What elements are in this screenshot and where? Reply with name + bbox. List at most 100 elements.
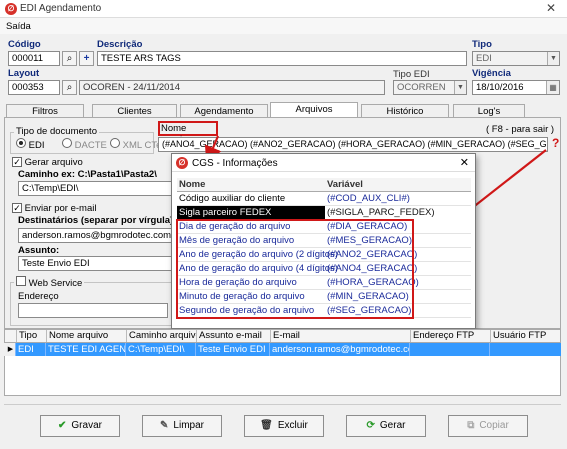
f8-hint: ( F8 - para sair ) xyxy=(486,124,555,135)
radio-edi-label: EDI xyxy=(28,140,45,151)
gerar-label: Gerar xyxy=(379,420,406,431)
grid-col-nome[interactable]: Nome arquivo xyxy=(47,330,127,342)
grid-cell-assunto: Teste Envio EDI xyxy=(196,343,270,356)
refresh-icon: ⟳ xyxy=(366,420,375,431)
window-title: EDI Agendamento xyxy=(20,3,102,14)
table-row-selected[interactable]: Sigla parceiro FEDEX (#SIGLA_PARC_FEDEX) xyxy=(177,206,471,220)
tab-logs[interactable]: Log's xyxy=(453,104,525,118)
assunto-field[interactable]: Teste Envio EDI xyxy=(18,256,174,271)
tipo-select[interactable]: EDI ▼ xyxy=(472,51,560,66)
endereco-label: Endereço xyxy=(18,291,59,302)
chevron-down-icon: ▼ xyxy=(454,81,466,94)
radio-xmlcte[interactable]: XML CTe xyxy=(110,138,161,151)
caminho-field[interactable]: C:\Temp\EDI\ xyxy=(18,181,174,196)
gerar-arquivo-label: Gerar arquivo xyxy=(24,157,83,168)
radio-checked-icon xyxy=(16,138,26,148)
excluir-button[interactable]: 🗑 Excluir xyxy=(244,415,324,437)
radio-icon xyxy=(62,138,72,148)
copiar-button[interactable]: ⧉ Copiar xyxy=(448,415,528,437)
destinatarios-field[interactable]: anderson.ramos@bgmrodotec.com.br xyxy=(18,228,174,243)
tipo-documento-label: Tipo de documento xyxy=(14,126,99,137)
binoculars-icon[interactable]: ⌕ xyxy=(62,51,77,66)
tab-arquivos[interactable]: Arquivos xyxy=(270,102,358,118)
help-icon[interactable]: ? xyxy=(552,136,559,150)
layout-desc-field: OCOREN - 24/11/2014 xyxy=(79,80,385,95)
nome-arquivo-field[interactable]: (#ANO4_GERACAO) (#ANO2_GERACAO) (#HORA_G… xyxy=(158,137,548,152)
grid-col-endereco-ftp[interactable]: Endereço FTP xyxy=(411,330,491,342)
gravar-label: Gravar xyxy=(71,420,102,431)
limpar-button[interactable]: ✎ Limpar xyxy=(142,415,222,437)
codigo-field[interactable]: 000011 xyxy=(8,51,60,66)
grid-col-usuario-ftp[interactable]: Usuário FTP xyxy=(491,330,561,342)
binoculars-icon[interactable]: ⌕ xyxy=(62,80,77,95)
row-nome: Código auxiliar do cliente xyxy=(179,193,286,204)
eraser-icon: ✎ xyxy=(160,420,169,431)
table-row-selected[interactable]: ▶ EDI TESTE EDI AGEN... C:\Temp\EDI\ Tes… xyxy=(4,343,561,356)
tipo-edi-label: Tipo EDI xyxy=(393,69,430,80)
dialog-close-icon[interactable]: ✕ xyxy=(460,156,469,169)
menu-bar: Saída xyxy=(0,18,567,34)
checkbox-checked-icon: ✓ xyxy=(12,157,22,167)
gerar-arquivo-checkbox[interactable]: ✓ Gerar arquivo xyxy=(12,157,83,168)
check-icon: ✔ xyxy=(58,420,67,431)
dialog-title-bar: ∅ CGS - Informações ✕ xyxy=(172,154,475,172)
web-service-checkbox[interactable]: Web Service xyxy=(14,276,85,289)
window-title-bar: ∅ EDI Agendamento ✕ xyxy=(0,0,567,18)
grid-cell-usuario-ftp xyxy=(490,343,560,356)
grid-col-email[interactable]: E-mail xyxy=(271,330,411,342)
add-icon[interactable]: + xyxy=(79,51,94,66)
table-header: Nome Variável xyxy=(177,178,471,192)
tab-filtros[interactable]: Filtros xyxy=(6,104,84,118)
radio-dacte[interactable]: DACTE xyxy=(62,138,107,151)
radio-edi[interactable]: EDI xyxy=(16,138,44,151)
chevron-down-icon: ▼ xyxy=(547,52,559,65)
tab-agendamento[interactable]: Agendamento xyxy=(180,104,268,118)
grid-col-caminho[interactable]: Caminho arquivo xyxy=(127,330,197,342)
col-variavel: Variável xyxy=(327,179,363,190)
grid-cell-caminho: C:\Temp\EDI\ xyxy=(126,343,196,356)
grid-body xyxy=(4,356,561,396)
copiar-label: Copiar xyxy=(479,420,509,431)
grid-col-assunto[interactable]: Assunto e-mail xyxy=(197,330,271,342)
tab-historico[interactable]: Histórico xyxy=(361,104,449,118)
limpar-label: Limpar xyxy=(173,420,204,431)
menu-saida[interactable]: Saída xyxy=(6,21,31,32)
grid-cell-email: anderson.ramos@bgmrodotec.com.br xyxy=(270,343,410,356)
descricao-field[interactable]: TESTE ARS TAGS xyxy=(97,51,467,66)
row-variavel: (#SIGLA_PARC_FEDEX) xyxy=(327,207,435,218)
vigencia-field[interactable]: 18/10/2016 ▦ xyxy=(472,80,560,95)
radio-dacte-label: DACTE xyxy=(74,140,107,151)
grid-cell-nome: TESTE EDI AGEN... xyxy=(48,343,126,356)
checkbox-icon xyxy=(16,276,26,286)
vigencia-label: Vigência xyxy=(472,68,511,79)
variables-highlight xyxy=(176,219,414,319)
tipo-label: Tipo xyxy=(472,39,492,50)
trash-icon: 🗑 xyxy=(260,420,273,431)
dialog-title: CGS - Informações xyxy=(192,158,278,169)
assunto-label: Assunto: xyxy=(18,245,60,256)
calendar-icon[interactable]: ▦ xyxy=(546,81,559,94)
close-icon[interactable]: ✕ xyxy=(543,1,559,15)
grid-col-tipo[interactable]: Tipo xyxy=(17,330,47,342)
gerar-button[interactable]: ⟳ Gerar xyxy=(346,415,426,437)
edi-logo-icon: ∅ xyxy=(5,3,17,15)
layout-code-field[interactable]: 000353 xyxy=(8,80,60,95)
radio-icon xyxy=(110,138,120,148)
destinatarios-label: Destinatários (separar por vírgula) xyxy=(18,215,174,226)
vigencia-value: 18/10/2016 xyxy=(476,82,524,93)
enviar-email-label: Enviar por e-mail xyxy=(24,203,97,214)
row-pointer-icon: ▶ xyxy=(4,343,16,356)
endereco-field[interactable] xyxy=(18,303,168,318)
nome-arquivo-label: Nome arquivo xyxy=(158,121,218,145)
tipo-select-value: EDI xyxy=(476,53,492,64)
cgs-logo-icon: ∅ xyxy=(176,157,188,169)
tab-clientes[interactable]: Clientes xyxy=(92,104,177,118)
row-variavel: (#COD_AUX_CLI#) xyxy=(327,193,410,204)
copy-icon: ⧉ xyxy=(467,420,475,431)
descricao-label: Descrição xyxy=(97,39,143,50)
table-row[interactable]: Código auxiliar do cliente (#COD_AUX_CLI… xyxy=(177,192,471,206)
enviar-email-checkbox[interactable]: ✓ Enviar por e-mail xyxy=(12,203,96,214)
tipo-edi-select[interactable]: OCORREN ▼ xyxy=(393,80,467,95)
gravar-button[interactable]: ✔ Gravar xyxy=(40,415,120,437)
informacoes-dialog: ∅ CGS - Informações ✕ Nome Variável Códi… xyxy=(171,153,476,329)
